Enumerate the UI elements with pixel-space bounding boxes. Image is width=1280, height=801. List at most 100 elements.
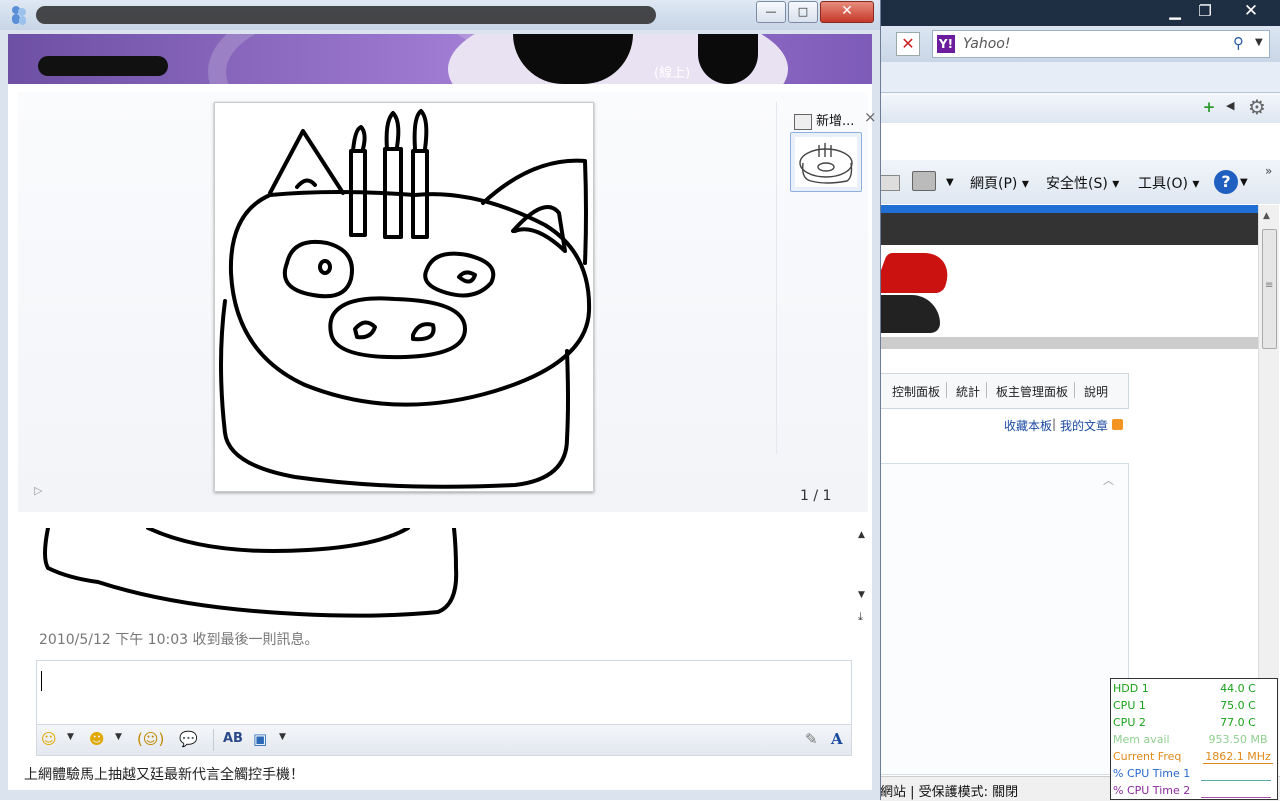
gear-icon[interactable]: ⚙	[1248, 95, 1266, 119]
stop-button[interactable]: ✕	[896, 32, 920, 56]
cpu-graph	[1201, 770, 1271, 781]
scrollbar-thumb[interactable]: ≡	[1262, 229, 1277, 349]
forum-nav-item[interactable]: 控制面板	[892, 383, 940, 400]
gadget-value: 1862.1 MHz	[1203, 750, 1273, 764]
menu-tools-label: 工具(O)	[1138, 176, 1188, 192]
rss-icon[interactable]	[1112, 419, 1123, 430]
gadget-value: 77.0 C	[1220, 716, 1256, 729]
divider	[213, 729, 214, 751]
expand-arrow-icon[interactable]: ▷	[34, 484, 42, 497]
chevron-down-icon[interactable]: ▼	[946, 177, 954, 188]
menu-tools[interactable]: 工具(O) ▾	[1138, 173, 1199, 193]
favorite-link[interactable]: 收藏本板	[1004, 417, 1052, 434]
chevron-down-icon[interactable]: ▼	[1240, 177, 1248, 188]
page-banner	[880, 213, 1258, 245]
browser-tab[interactable]: + ◀ ⚙	[880, 92, 1280, 123]
wink-icon[interactable]: ☻	[89, 729, 105, 749]
close-button[interactable]: ✕	[820, 1, 874, 23]
mail-icon[interactable]	[880, 175, 900, 191]
scroll-end-icon[interactable]: ⤓	[858, 610, 863, 624]
spell-check-icon[interactable]: AB	[223, 729, 243, 749]
gadget-label: % CPU Time 2	[1113, 784, 1191, 797]
gadget-label: CPU 1	[1113, 699, 1146, 712]
forum-nav-item[interactable]: 統計	[956, 383, 980, 400]
system-monitor-gadget: HDD 1 44.0 C CPU 1 75.0 C CPU 2 77.0 C M…	[1110, 678, 1278, 800]
address-row: ✕ Y! Yahoo! ⚲ ▼	[880, 26, 1280, 62]
add-icon[interactable]: +	[1202, 100, 1216, 115]
menu-safety[interactable]: 安全性(S) ▾	[1046, 173, 1119, 193]
message-input[interactable]	[36, 660, 852, 725]
maximize-button[interactable]: □	[788, 1, 818, 23]
tab-row: + ◀ ⚙	[880, 62, 1280, 123]
font-icon[interactable]: A	[831, 729, 843, 749]
chevron-down-icon[interactable]: ▼	[67, 732, 74, 742]
browser-titlebar: ▁ ❐ ✕	[880, 0, 1280, 26]
ad-banner-text[interactable]: 上網體驗馬上抽越又廷最新代言全觸控手機！	[24, 764, 304, 784]
page-divider	[880, 337, 1258, 349]
gadget-value: 953.50 MB	[1208, 733, 1268, 746]
gadget-label: Current Freq	[1113, 750, 1182, 763]
minimize-button[interactable]: —	[756, 1, 786, 23]
motorcycle-image	[880, 295, 940, 333]
emoticon-icon[interactable]: ☺	[41, 729, 57, 749]
chevron-down-icon[interactable]: ▼	[279, 732, 286, 742]
motorcycle-image	[880, 253, 958, 293]
close-share-button[interactable]: ×	[864, 108, 877, 126]
messenger-icon	[12, 6, 26, 25]
chat-window: — □ ✕ (線上) 新增... × 1 / 1 ▷ ▲ ▼ ⤓ 2010/5/…	[0, 0, 881, 800]
minimize-button[interactable]: ▁	[1160, 0, 1190, 22]
grip-icon: ≡	[1265, 280, 1274, 291]
gadget-row: % CPU Time 2	[1113, 783, 1273, 800]
scroll-down-icon[interactable]: ▼	[858, 590, 865, 600]
chat-history	[38, 528, 858, 618]
scroll-up-icon[interactable]: ▲	[858, 530, 865, 540]
last-message-timestamp: 2010/5/12 下午 10:03 收到最後一則訊息。	[39, 632, 319, 648]
forum-nav: 控制面板 統計 板主管理面板 說明	[880, 373, 1129, 409]
banner-image	[880, 245, 1258, 337]
share-icon[interactable]: ▣	[253, 729, 267, 749]
shared-photo[interactable]	[214, 102, 594, 492]
scroll-up-icon[interactable]: ▲	[1263, 211, 1270, 221]
chevron-right-icon[interactable]: »	[1265, 164, 1272, 178]
status-text: 網站 | 受保護模式: 關閉	[880, 785, 1019, 800]
chevron-left-icon[interactable]: ◀	[1226, 99, 1234, 112]
voice-clip-icon[interactable]: 💬	[179, 729, 198, 749]
search-box[interactable]: Y! Yahoo! ⚲ ▼	[932, 30, 1270, 58]
divider	[1074, 382, 1075, 398]
close-button[interactable]: ✕	[1232, 0, 1270, 22]
print-icon[interactable]	[912, 171, 936, 191]
gadget-value: 75.0 C	[1220, 699, 1256, 712]
photo-share-panel: 新增... × 1 / 1 ▷	[18, 92, 877, 512]
chevron-down-icon[interactable]: ▼	[1255, 37, 1263, 48]
restore-button[interactable]: ❐	[1190, 0, 1220, 22]
link-separator: |	[1052, 417, 1057, 431]
chevron-up-icon[interactable]: ︿	[1103, 472, 1114, 488]
gadget-value: 44.0 C	[1220, 682, 1256, 695]
photo-thumbnail[interactable]	[790, 132, 862, 192]
nudge-icon[interactable]: (☺)	[137, 729, 164, 749]
gadget-label: CPU 2	[1113, 716, 1146, 729]
gadget-row: CPU 1 75.0 C	[1113, 698, 1273, 715]
menu-page-label: 網頁(P)	[970, 176, 1018, 192]
chat-titlebar[interactable]: — □ ✕	[0, 0, 880, 30]
page-counter: 1 / 1	[800, 488, 832, 504]
menu-safety-label: 安全性(S)	[1046, 176, 1108, 192]
received-drawing	[43, 528, 459, 618]
menu-page[interactable]: 網頁(P) ▾	[970, 173, 1029, 193]
forum-nav-item[interactable]: 板主管理面板	[996, 383, 1068, 400]
my-articles-link[interactable]: 我的文章	[1060, 417, 1108, 434]
content-panel: ︿	[880, 463, 1129, 775]
gadget-label: % CPU Time 1	[1113, 767, 1191, 780]
add-photo-button[interactable]: 新增...	[794, 110, 854, 130]
handwriting-icon[interactable]: ✎	[805, 729, 818, 749]
help-icon[interactable]: ?	[1214, 170, 1238, 194]
chevron-down-icon[interactable]: ▼	[115, 732, 122, 742]
search-icon[interactable]: ⚲	[1233, 34, 1244, 52]
chat-body: 新增... × 1 / 1 ▷ ▲ ▼ ⤓ 2010/5/12 下午 10:03…	[8, 84, 877, 790]
search-input[interactable]: Yahoo!	[963, 36, 1010, 52]
add-photo-icon	[794, 113, 812, 130]
gadget-row: Mem avail 953.50 MB	[1113, 732, 1273, 749]
redacted-title	[36, 6, 656, 24]
divider	[986, 382, 987, 398]
forum-nav-item[interactable]: 說明	[1084, 383, 1108, 400]
